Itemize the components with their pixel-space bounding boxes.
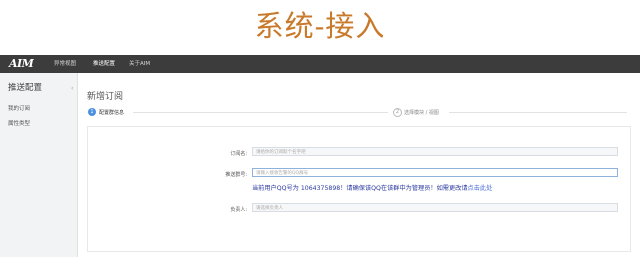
page-title: 新增订阅 — [87, 92, 124, 102]
step-divider — [133, 112, 388, 113]
change-link[interactable]: 点击此处 — [468, 185, 493, 192]
subscription-name-input[interactable]: 请给你的订阅取个名字吧 — [252, 147, 618, 156]
sidebar: 推送配置 ‹ 我的订阅 属性类型 — [0, 73, 78, 257]
app-logo[interactable]: AIM — [9, 57, 34, 70]
group-number-label: 推送群号: — [225, 172, 247, 178]
top-navbar: AIM 异常视图 推送配置 关于AIM — [0, 55, 640, 73]
step-1-label: 配置群信息 — [99, 110, 125, 116]
nav-item-push-config[interactable]: 推送配置 — [93, 55, 115, 73]
banner-title: 系统-接入 — [254, 9, 386, 43]
nav-item-exception-view[interactable]: 异常视图 — [54, 55, 76, 73]
banner: 系统-接入 — [0, 0, 640, 54]
step-indicator: 1 配置群信息 2 选择模块 / 视图 — [87, 107, 627, 119]
collapse-chevron-icon[interactable]: ‹ — [71, 85, 73, 92]
step-1-circle: 1 — [88, 108, 96, 116]
subscription-name-label: 订阅名: — [230, 151, 247, 157]
sidebar-title: 推送配置 — [8, 83, 43, 93]
sidebar-item-my-subscriptions[interactable]: 我的订阅 — [8, 104, 30, 112]
group-number-input[interactable]: 请输入接收告警的QQ群号 — [252, 168, 618, 177]
nav-item-about[interactable]: 关于AIM — [129, 55, 150, 73]
step-2-label: 选择模块 / 视图 — [404, 110, 439, 116]
qq-admin-hint: 当前用户QQ号为 1064375898！请确保该QQ在该群中为管理员！如需更改请… — [252, 183, 492, 192]
sidebar-item-attribute-types[interactable]: 属性类型 — [8, 119, 30, 127]
owner-select[interactable]: 请选择负责人 — [252, 203, 618, 212]
step-divider — [449, 112, 627, 113]
owner-label: 负责人: — [230, 207, 247, 213]
hint-text: 当前用户QQ号为 1064375898！请确保该QQ在该群中为管理员！如需更改请 — [252, 185, 468, 192]
step-2-circle: 2 — [393, 108, 402, 117]
